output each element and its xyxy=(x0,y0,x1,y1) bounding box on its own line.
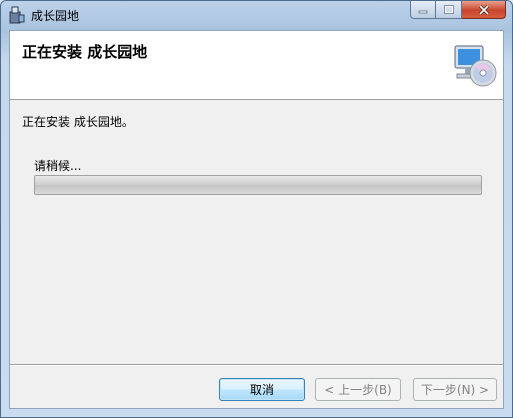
status-text: 正在安装 成长园地。 xyxy=(22,115,134,129)
cancel-button[interactable]: 取消 xyxy=(219,378,305,401)
title-bar[interactable]: 成长园地 xyxy=(1,1,512,28)
installer-icon xyxy=(9,6,25,24)
installer-window: 成长园地 正在安装 成长园地 正在安装 成长园地。 请稍候... 取消 < 上一… xyxy=(0,0,513,418)
caption-buttons xyxy=(410,1,506,21)
button-separator xyxy=(10,364,503,366)
wait-label: 请稍候... xyxy=(34,159,82,173)
maximize-icon xyxy=(443,5,454,14)
close-icon xyxy=(478,4,489,15)
computer-cd-icon xyxy=(454,45,497,87)
maximize-button[interactable] xyxy=(436,1,462,19)
minimize-button[interactable] xyxy=(410,1,436,19)
dialog-client-area: 正在安装 成长园地 正在安装 成长园地。 请稍候... 取消 < 上一步(B) … xyxy=(9,30,504,409)
back-button[interactable]: < 上一步(B) xyxy=(315,378,401,401)
window-title: 成长园地 xyxy=(31,9,80,23)
header-banner: 正在安装 成长园地 xyxy=(10,31,503,100)
progress-bar xyxy=(34,175,482,195)
next-button[interactable]: 下一步(N) > xyxy=(413,378,497,401)
page-title: 正在安装 成长园地 xyxy=(22,43,148,61)
close-button[interactable] xyxy=(462,1,506,19)
minimize-icon xyxy=(418,10,428,13)
